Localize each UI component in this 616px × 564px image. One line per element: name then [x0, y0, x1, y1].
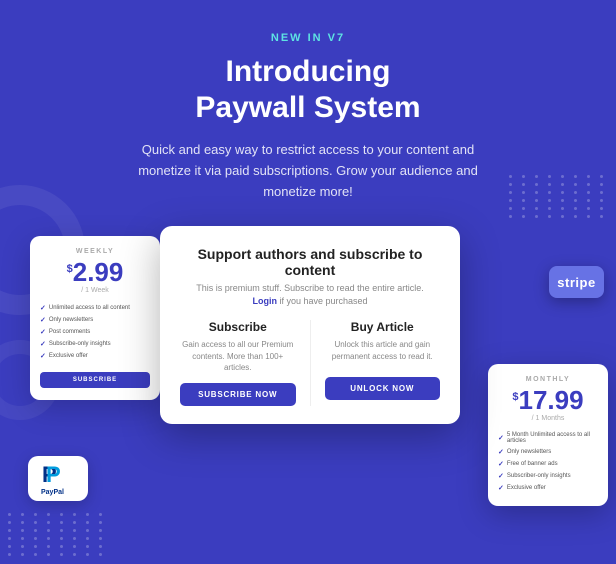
page-subtitle: Quick and easy way to restrict access to…: [118, 140, 498, 202]
weekly-subscribe-button[interactable]: SUBSCRIBE: [40, 372, 150, 388]
weekly-feature-5: Exclusive offer: [40, 350, 150, 362]
weekly-pricing-card: WEEKLY $ 2.99 / 1 Week Unlimited access …: [30, 236, 160, 400]
version-badge: NEW IN V7: [271, 32, 345, 44]
stripe-badge: stripe: [549, 266, 604, 298]
monthly-feature-list: 5 Month Unlimited access to all articles…: [498, 430, 598, 494]
weekly-feature-1: Unlimited access to all content: [40, 302, 150, 314]
subscribe-option: Subscribe Gain access to all our Premium…: [180, 320, 296, 406]
unlock-now-button[interactable]: UNLOCK NOW: [325, 377, 441, 400]
monthly-pricing-card: MONTHLY $ 17.99 / 1 Months 5 Month Unlim…: [488, 364, 608, 506]
weekly-feature-2: Only newsletters: [40, 314, 150, 326]
page-title: Introducing Paywall System: [0, 54, 616, 126]
monthly-feature-4: Subscriber-only insights: [498, 470, 598, 482]
monthly-feature-5: Exclusive offer: [498, 482, 598, 494]
paywall-modal: Support authors and subscribe to content…: [160, 226, 460, 424]
subscribe-option-title: Subscribe: [180, 320, 296, 334]
paypal-logo-svg: P P PayPal: [40, 460, 76, 498]
svg-text:PayPal: PayPal: [41, 489, 64, 496]
monthly-feature-3: Free of banner ads: [498, 458, 598, 470]
monthly-feature-1: 5 Month Unlimited access to all articles: [498, 430, 598, 446]
svg-text:P: P: [46, 462, 61, 487]
dots-pattern-bottom-left: [8, 513, 107, 556]
modal-title: Support authors and subscribe to content: [180, 246, 440, 278]
weekly-feature-list: Unlimited access to all content Only new…: [40, 302, 150, 362]
paypal-badge: P P PayPal: [28, 456, 88, 501]
weekly-price-row: $ 2.99: [40, 259, 150, 285]
paypal-icon: P P PayPal: [40, 460, 76, 498]
modal-login-prompt: Login if you have purchased: [180, 296, 440, 306]
buy-article-option-desc: Unlock this article and gain permanent a…: [325, 339, 441, 367]
monthly-price: 17.99: [519, 387, 584, 413]
stripe-text: stripe: [557, 275, 595, 290]
subscribe-now-button[interactable]: SUBSCRIBE NOW: [180, 383, 296, 406]
monthly-feature-2: Only newsletters: [498, 446, 598, 458]
subscribe-option-desc: Gain access to all our Premium contents.…: [180, 339, 296, 373]
monthly-price-row: $ 17.99: [498, 387, 598, 413]
monthly-card-label: MONTHLY: [498, 376, 598, 383]
cards-area: WEEKLY $ 2.99 / 1 Week Unlimited access …: [0, 226, 616, 506]
modal-login-link[interactable]: Login: [252, 296, 277, 306]
modal-options-row: Subscribe Gain access to all our Premium…: [180, 320, 440, 406]
weekly-price: 2.99: [73, 259, 124, 285]
page-header: NEW IN V7 Introducing Paywall System Qui…: [0, 0, 616, 202]
weekly-card-label: WEEKLY: [40, 248, 150, 255]
buy-article-option: Buy Article Unlock this article and gain…: [325, 320, 441, 406]
weekly-feature-4: Subscribe-only insights: [40, 338, 150, 350]
weekly-feature-3: Post comments: [40, 326, 150, 338]
modal-description: This is premium stuff. Subscribe to read…: [180, 283, 440, 293]
weekly-period: / 1 Week: [40, 287, 150, 294]
modal-vertical-divider: [310, 320, 311, 406]
buy-article-option-title: Buy Article: [325, 320, 441, 334]
monthly-period: / 1 Months: [498, 415, 598, 422]
